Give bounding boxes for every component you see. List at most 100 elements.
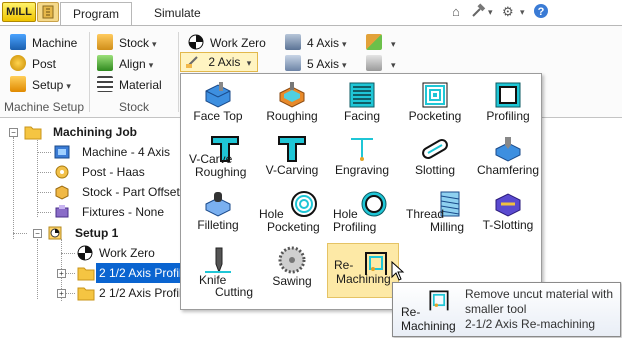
post-icon bbox=[54, 164, 70, 180]
two-axis-button[interactable]: 2 Axis ▾ bbox=[180, 52, 258, 72]
filleting-icon bbox=[205, 192, 231, 217]
settings-dropdown-icon[interactable]: ▾ bbox=[520, 3, 525, 21]
stock-icon bbox=[54, 184, 70, 200]
hole-pocketing-icon bbox=[291, 191, 317, 217]
four-axis-icon bbox=[285, 34, 301, 50]
gallery-item-chamfering[interactable]: Chamfering bbox=[473, 132, 543, 182]
gallery-item-hole-pocketing[interactable]: Hole Pocketing bbox=[257, 187, 327, 237]
selected-tree-label: 2 1/2 Axis Profil bbox=[96, 263, 185, 283]
gallery-item-sawing[interactable]: Sawing bbox=[257, 243, 327, 293]
help-icon[interactable]: ? bbox=[533, 3, 549, 21]
collapse-ribbon-icon[interactable]: ⌂ bbox=[452, 3, 460, 21]
gallery-item-re-machining[interactable]: Re- Machining bbox=[327, 243, 399, 298]
group-label-machine-setup: Machine Setup bbox=[3, 100, 85, 114]
chevron-down-icon: ▾ bbox=[66, 81, 71, 91]
chevron-down-icon: ▾ bbox=[342, 60, 347, 70]
tooltip-icon-label: Re- bbox=[401, 305, 421, 319]
post-icon bbox=[10, 55, 26, 71]
tools-icon bbox=[366, 34, 382, 50]
align-button[interactable]: Align ▾ bbox=[97, 54, 153, 74]
toolpath-gallery: Face Top Roughing Facing Pocketing Profi… bbox=[180, 73, 542, 310]
group-label-stock: Stock bbox=[118, 100, 149, 114]
gallery-item-v-carve-roughing[interactable]: V-Carve Roughing bbox=[183, 132, 253, 182]
gallery-item-profiling[interactable]: Profiling bbox=[473, 78, 543, 128]
v-carving-icon bbox=[278, 136, 306, 162]
hammer-icon[interactable] bbox=[470, 3, 486, 21]
copy-icon bbox=[366, 55, 382, 71]
mouse-cursor-icon bbox=[391, 260, 405, 284]
work-zero-icon bbox=[188, 34, 204, 50]
gallery-item-v-carving[interactable]: V-Carving bbox=[257, 132, 327, 182]
pocketing-icon bbox=[422, 82, 448, 108]
setup-icon bbox=[10, 76, 26, 92]
two-axis-icon bbox=[185, 53, 201, 69]
fixtures-icon bbox=[54, 204, 70, 220]
folder-icon bbox=[77, 265, 95, 281]
job-tree: − Machining Job Machine - 4 Axis Post - … bbox=[0, 119, 190, 338]
slotting-icon bbox=[422, 139, 448, 159]
tooltip-description: Remove uncut material with bbox=[465, 287, 614, 301]
quick-access-icon[interactable] bbox=[37, 2, 59, 22]
machine-button[interactable]: Machine bbox=[10, 33, 77, 53]
gallery-item-face-top[interactable]: Face Top bbox=[183, 78, 253, 128]
gallery-item-t-slotting[interactable]: T-Slotting bbox=[473, 187, 543, 237]
collapse-icon[interactable]: − bbox=[33, 229, 42, 238]
stock-button[interactable]: Stock ▾ bbox=[97, 33, 157, 53]
engraving-icon bbox=[351, 138, 373, 161]
options-dropdown-icon[interactable]: ▾ bbox=[488, 3, 493, 21]
collapse-icon[interactable]: − bbox=[9, 128, 18, 137]
copy-dropdown-button[interactable]: ▾ bbox=[366, 54, 396, 74]
gallery-item-roughing[interactable]: Roughing bbox=[257, 78, 327, 128]
chevron-down-icon: ▾ bbox=[152, 39, 157, 49]
work-zero-button[interactable]: Work Zero bbox=[188, 33, 266, 53]
gear-icon[interactable]: ⚙ bbox=[502, 3, 514, 21]
four-axis-button[interactable]: 4 Axis ▾ bbox=[285, 33, 347, 53]
roughing-icon bbox=[279, 82, 305, 108]
group-divider bbox=[178, 32, 179, 112]
hole-profiling-icon bbox=[361, 191, 387, 217]
work-zero-icon bbox=[77, 245, 93, 261]
gallery-item-pocketing[interactable]: Pocketing bbox=[400, 78, 470, 128]
expand-icon[interactable]: + bbox=[57, 269, 66, 278]
post-button[interactable]: Post bbox=[10, 54, 56, 74]
gallery-item-slotting[interactable]: Slotting bbox=[400, 132, 470, 182]
chevron-down-icon: ▾ bbox=[391, 60, 396, 70]
gallery-item-knife-cutting[interactable]: Knife Cutting bbox=[183, 243, 253, 299]
gallery-item-engraving[interactable]: Engraving bbox=[327, 132, 397, 182]
t-slotting-icon bbox=[495, 193, 521, 217]
saw-blade-icon bbox=[278, 246, 306, 274]
gallery-item-hole-profiling[interactable]: Hole Profiling bbox=[327, 187, 397, 237]
knife-cutting-icon bbox=[205, 247, 231, 274]
profiling-icon bbox=[495, 82, 521, 108]
face-top-icon bbox=[205, 82, 231, 108]
material-button[interactable]: Material bbox=[97, 75, 162, 95]
tab-simulate[interactable]: Simulate bbox=[142, 2, 213, 26]
tooltip-description: smaller tool bbox=[465, 302, 527, 316]
tooltip-title: 2-1/2 Axis Re-machining bbox=[465, 317, 596, 331]
folder-icon bbox=[24, 124, 42, 140]
material-icon bbox=[97, 76, 113, 92]
gallery-item-filleting[interactable]: Filleting bbox=[183, 187, 253, 237]
five-axis-icon bbox=[285, 55, 301, 71]
expand-icon[interactable]: + bbox=[57, 289, 66, 298]
ribbon-tab-bar: MILL Program Simulate ⌂ ▾ ⚙ ▾ ? bbox=[0, 0, 622, 26]
mill-menu-button[interactable]: MILL bbox=[2, 2, 36, 22]
tools-dropdown-button[interactable]: ▾ bbox=[366, 33, 396, 53]
setup-icon bbox=[47, 225, 63, 241]
folder-icon bbox=[77, 285, 95, 301]
chevron-down-icon: ▾ bbox=[342, 39, 347, 49]
chevron-down-icon: ▾ bbox=[246, 58, 252, 68]
re-machining-icon bbox=[429, 290, 449, 311]
gallery-item-facing[interactable]: Facing bbox=[327, 78, 397, 128]
gallery-item-thread-milling[interactable]: Thread Milling bbox=[400, 187, 470, 237]
machine-icon bbox=[10, 34, 26, 50]
setup-button[interactable]: Setup ▾ bbox=[10, 75, 71, 95]
facing-icon bbox=[349, 82, 375, 108]
svg-text:?: ? bbox=[538, 6, 545, 18]
chevron-down-icon: ▾ bbox=[148, 60, 154, 70]
five-axis-button[interactable]: 5 Axis ▾ bbox=[285, 54, 347, 74]
tooltip-icon-label: Machining bbox=[401, 319, 456, 333]
tab-program[interactable]: Program bbox=[60, 2, 132, 26]
stock-icon bbox=[97, 34, 113, 50]
chamfering-icon bbox=[495, 137, 521, 162]
